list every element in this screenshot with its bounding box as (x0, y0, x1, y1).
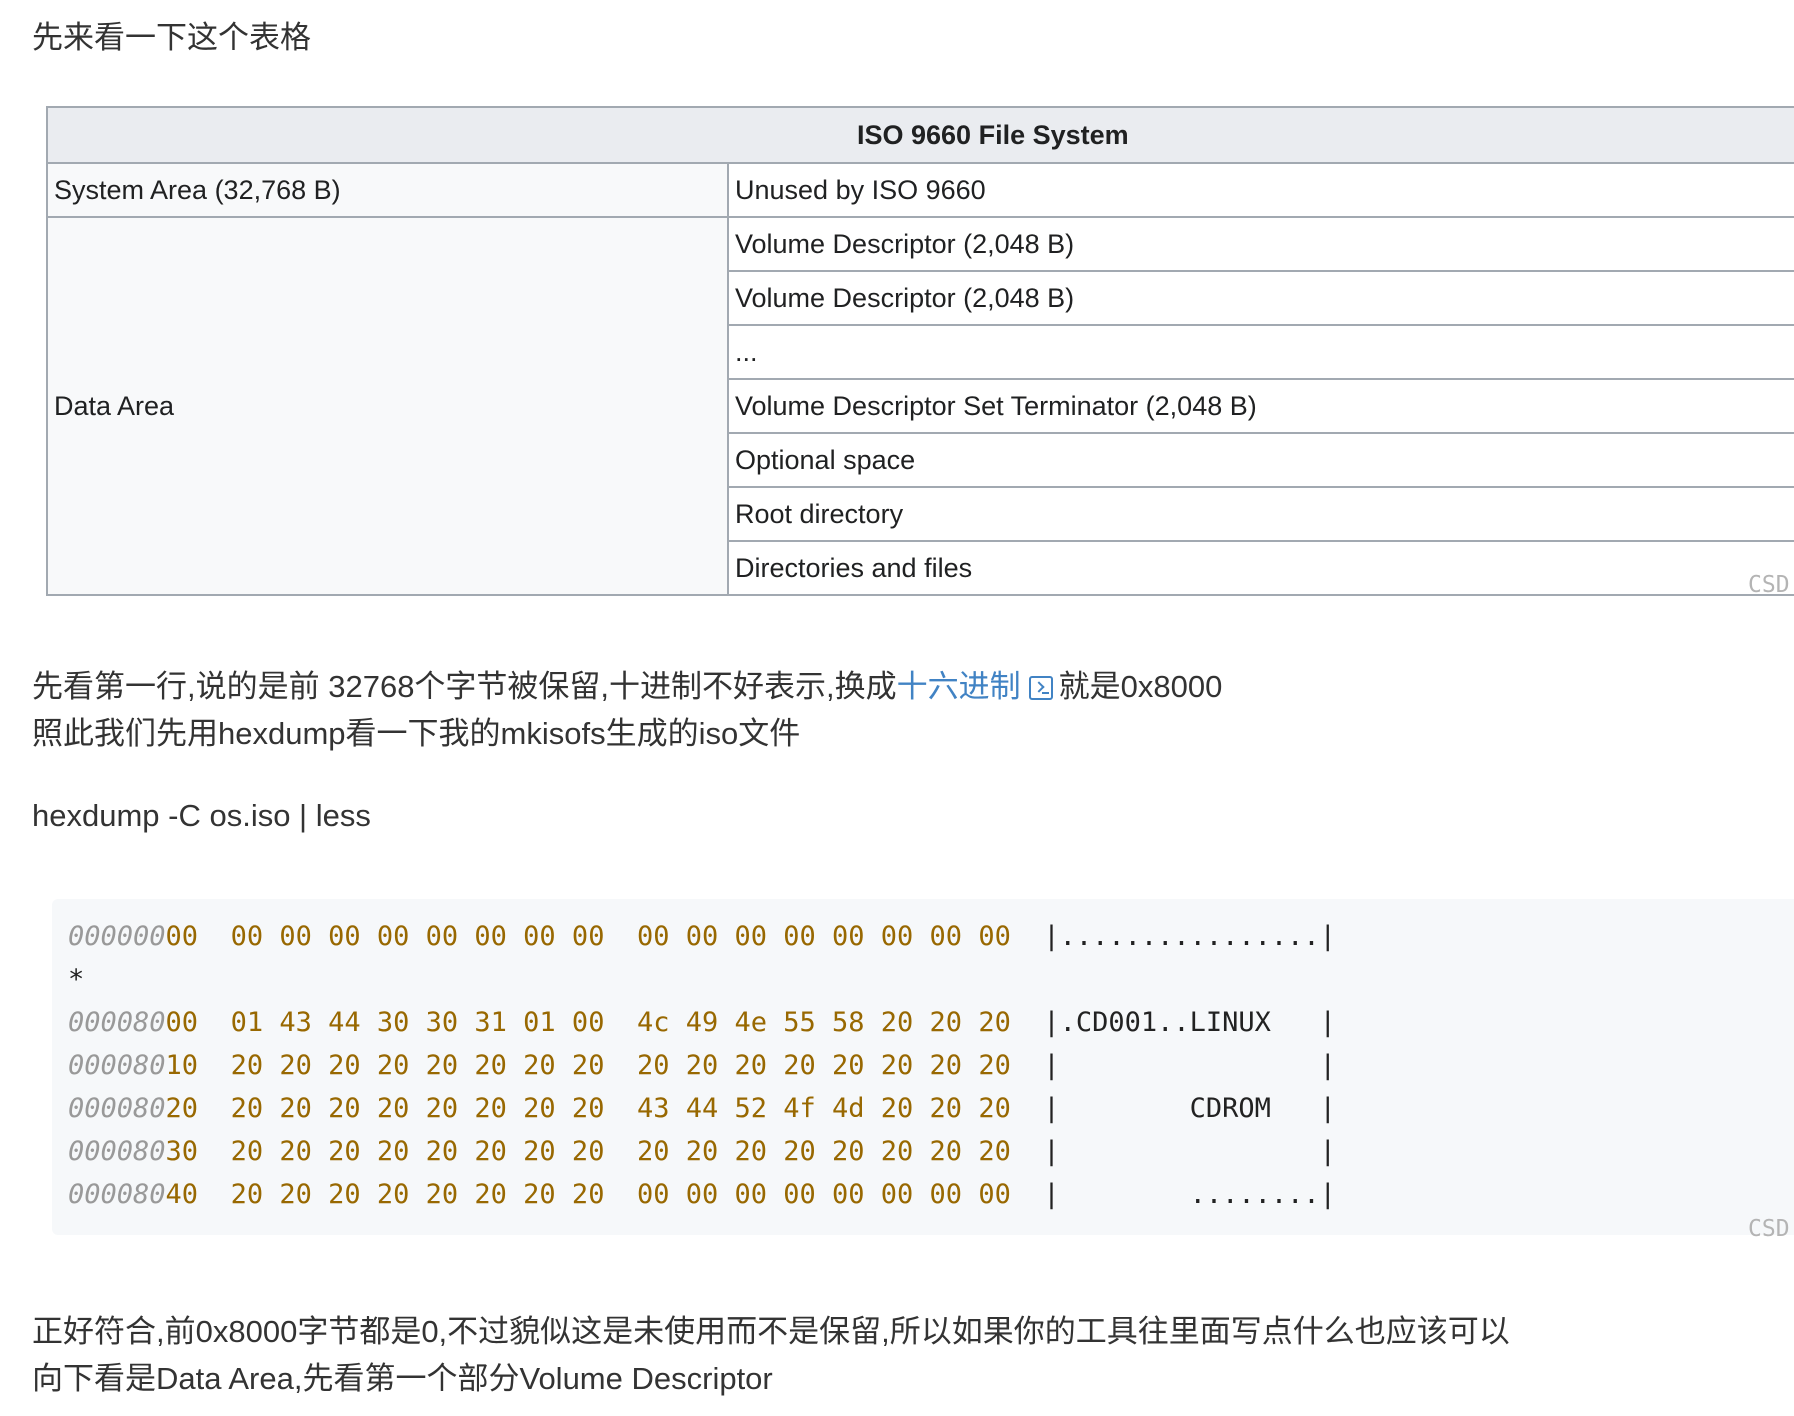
table-title: ISO 9660 File System (46, 106, 1794, 164)
data-area-row: Directories and files (727, 540, 1794, 596)
table-row: Data Area Volume Descriptor (2,048 B) (46, 216, 1794, 596)
hex-link[interactable]: 十六进制 (897, 669, 1021, 704)
hexdump-output: 00000000 00 00 00 00 00 00 00 00 00 00 0… (68, 915, 1336, 1216)
hexdump-offset-tail: 20 (165, 1093, 199, 1124)
article-page: 先来看一下这个表格 ISO 9660 File System System Ar… (0, 0, 1794, 1416)
hexdump-bytes: 20 20 20 20 20 20 20 20 43 44 52 4f 4d 2… (198, 1093, 1044, 1124)
hexdump-ascii: | CDROM | (1043, 1093, 1336, 1124)
hexdump-ascii: |................| (1043, 921, 1336, 952)
conclusion-line1: 正好符合,前0x8000字节都是0,不过貌似这是未使用而不是保留,所以如果你的工… (32, 1314, 1510, 1349)
unused-cell: Unused by ISO 9660 (727, 162, 1794, 218)
hexdump-offset-tail: 40 (165, 1179, 199, 1210)
data-area-row: Root directory (727, 486, 1794, 542)
hexdump-ascii: | | (1043, 1136, 1336, 1167)
data-area-row: ... (727, 324, 1794, 380)
hexdump-bytes: 01 43 44 30 30 31 01 00 4c 49 4e 55 58 2… (198, 1007, 1044, 1038)
data-area-row: Volume Descriptor (2,048 B) (727, 270, 1794, 326)
explain-paragraph: 先看第一行,说的是前 32768个字节被保留,十进制不好表示,换成十六进制 就是0… (32, 663, 1222, 757)
hexdump-line: * (68, 958, 1336, 1001)
hexdump-bytes: 20 20 20 20 20 20 20 20 20 20 20 20 20 2… (198, 1136, 1044, 1167)
hexdump-offset-tail: 00 (165, 1007, 199, 1038)
hexdump-line: 00008030 20 20 20 20 20 20 20 20 20 20 2… (68, 1130, 1336, 1173)
hexdump-offset: 000080 (68, 1093, 166, 1124)
iso9660-layout-table: ISO 9660 File System System Area (32,768… (46, 106, 1794, 596)
hexdump-bytes: 20 20 20 20 20 20 20 20 00 00 00 00 00 0… (198, 1179, 1044, 1210)
hexdump-ascii: * (68, 964, 85, 995)
hexdump-line: 00008040 20 20 20 20 20 20 20 20 00 00 0… (68, 1173, 1336, 1216)
hexdump-offset: 000080 (68, 1136, 166, 1167)
hexdump-offset-tail: 00 (165, 921, 199, 952)
watermark: CSD (1748, 572, 1790, 598)
hexdump-offset: 000000 (68, 921, 166, 952)
hexdump-line: 00008010 20 20 20 20 20 20 20 20 20 20 2… (68, 1044, 1336, 1087)
table-row: System Area (32,768 B) Unused by ISO 966… (46, 162, 1794, 218)
hexdump-ascii: | | (1043, 1050, 1336, 1081)
hexdump-line: 00008020 20 20 20 20 20 20 20 20 43 44 5… (68, 1087, 1336, 1130)
hexdump-bytes: 20 20 20 20 20 20 20 20 20 20 20 20 20 2… (198, 1050, 1044, 1081)
hexdump-offset: 000080 (68, 1007, 166, 1038)
conclusion-paragraph: 正好符合,前0x8000字节都是0,不过貌似这是未使用而不是保留,所以如果你的工… (32, 1308, 1510, 1402)
data-area-row: Optional space (727, 432, 1794, 488)
data-area-cell: Data Area (46, 216, 729, 596)
hexdump-ascii: |.CD001..LINUX | (1043, 1007, 1336, 1038)
conclusion-line2: 向下看是Data Area,先看第一个部分Volume Descriptor (32, 1361, 773, 1396)
data-area-row: Volume Descriptor (2,048 B) (727, 216, 1794, 272)
hexdump-offset-tail: 10 (165, 1050, 199, 1081)
system-area-cell: System Area (32,768 B) (46, 162, 729, 218)
hexdump-line: 00008000 01 43 44 30 30 31 01 00 4c 49 4… (68, 1001, 1336, 1044)
hexdump-line: 00000000 00 00 00 00 00 00 00 00 00 00 0… (68, 915, 1336, 958)
external-link-icon[interactable] (1028, 676, 1053, 700)
hexdump-bytes: 00 00 00 00 00 00 00 00 00 00 00 00 00 0… (198, 921, 1044, 952)
hexdump-code-block: 00000000 00 00 00 00 00 00 00 00 00 00 0… (52, 899, 1794, 1235)
hexdump-ascii: | ........| (1043, 1179, 1336, 1210)
intro-paragraph: 先来看一下这个表格 (32, 20, 311, 55)
hexdump-offset: 000080 (68, 1050, 166, 1081)
explain-text-after: 就是0x8000 (1058, 669, 1223, 704)
command-line: hexdump -C os.iso | less (32, 798, 371, 833)
data-area-row: Volume Descriptor Set Terminator (2,048 … (727, 378, 1794, 434)
hexdump-offset-tail: 30 (165, 1136, 199, 1167)
explain-line2: 照此我们先用hexdump看一下我的mkisofs生成的iso文件 (32, 716, 801, 751)
watermark: CSD (1748, 1216, 1790, 1242)
explain-text: 先看第一行,说的是前 32768个字节被保留,十进制不好表示,换成 (32, 669, 897, 704)
hexdump-offset: 000080 (68, 1179, 166, 1210)
